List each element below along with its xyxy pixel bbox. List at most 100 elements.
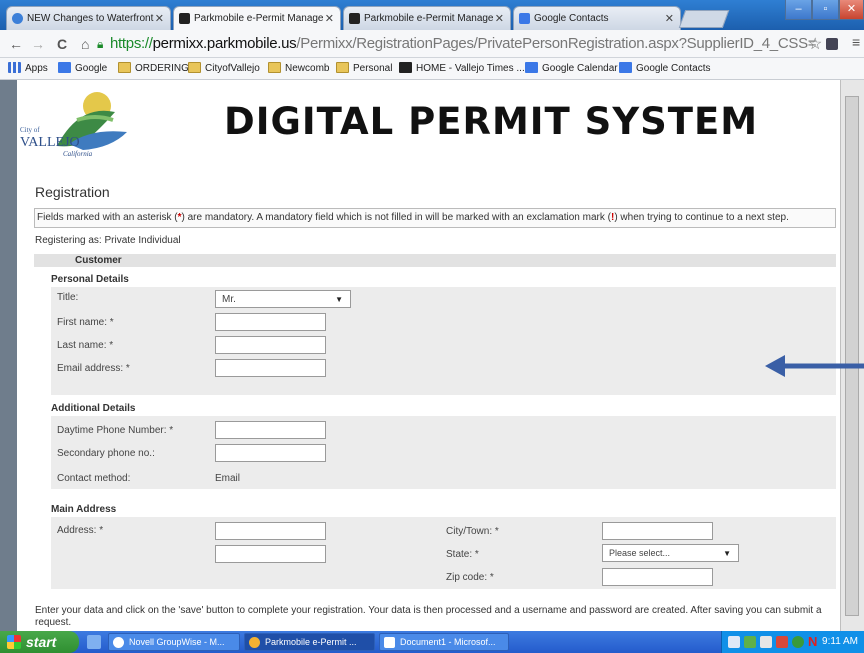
close-icon[interactable]: ✕	[325, 12, 334, 25]
daytime-phone-input[interactable]	[215, 421, 326, 439]
task-label: Parkmobile e-Permit ...	[265, 637, 357, 647]
new-tab-button[interactable]	[678, 10, 730, 28]
web-icon	[12, 13, 23, 24]
logo-name: VALLEJO	[20, 135, 80, 150]
chrome-icon	[249, 637, 260, 648]
personal-details-block	[51, 287, 836, 395]
title-select[interactable]: Mr. ▼	[215, 290, 351, 308]
zip-input[interactable]	[602, 568, 713, 586]
mandatory-info-box: Fields marked with an asterisk (*) are m…	[34, 208, 836, 228]
address-line2-input[interactable]	[215, 545, 326, 563]
start-label: start	[26, 634, 57, 650]
bookmark-label: CityofVallejo	[205, 63, 260, 74]
clock: 9:11 AM	[822, 636, 858, 647]
folder-icon	[118, 62, 131, 73]
bookmark-label: ORDERING	[135, 63, 189, 74]
contact-method-value: Email	[215, 473, 241, 484]
bookmark-google-calendar[interactable]: Google Calendar	[525, 62, 618, 74]
address-label: Address: *	[57, 525, 104, 536]
bookmark-label: Apps	[25, 63, 48, 74]
system-tray: N 9:11 AM	[721, 631, 864, 653]
tab-title: Parkmobile e-Permit Manage	[364, 13, 494, 24]
tab-waterfront[interactable]: NEW Changes to Waterfront ✕	[6, 6, 171, 30]
browser-window: NEW Changes to Waterfront ✕ Parkmobile e…	[0, 0, 864, 653]
star-icon[interactable]: ☆	[808, 34, 822, 54]
daytime-phone-label: Daytime Phone Number: *	[57, 425, 174, 436]
url-host: permixx.parkmobile.us	[152, 35, 297, 52]
parkmobile-icon	[179, 13, 190, 24]
title-label: Title:	[57, 292, 79, 303]
task-groupwise[interactable]: Novell GroupWise - M...	[108, 633, 240, 651]
logo-city-of: City of	[20, 126, 40, 134]
address-bar[interactable]: https://permixx.parkmobile.us/Permixx/Re…	[110, 33, 836, 55]
bookmark-apps[interactable]: Apps	[8, 62, 48, 74]
google-contacts-icon	[519, 13, 530, 24]
email-input[interactable]	[215, 359, 326, 377]
start-button[interactable]: start	[0, 631, 79, 653]
maximize-button[interactable]: ▫	[812, 0, 839, 20]
bookmark-ordering[interactable]: ORDERING	[118, 62, 189, 74]
task-parkmobile[interactable]: Parkmobile e-Permit ...	[244, 633, 375, 651]
security-icon[interactable]	[744, 636, 756, 648]
state-select[interactable]: Please select... ▼	[602, 544, 739, 562]
url-scheme: https://	[110, 35, 153, 52]
tray-app-icon[interactable]	[776, 636, 788, 648]
info-text: Fields marked with an asterisk (	[37, 212, 178, 223]
first-name-input[interactable]	[215, 313, 326, 331]
bookmark-vallejo-times[interactable]: HOME - Vallejo Times ...	[399, 62, 525, 74]
bookmark-google-contacts[interactable]: Google Contacts	[619, 62, 711, 74]
tab-parkmobile[interactable]: Parkmobile e-Permit Manage ✕	[343, 6, 511, 30]
menu-icon[interactable]: ≡	[852, 34, 860, 50]
vallejo-logo: City of VALLEJO California	[17, 84, 137, 162]
secondary-phone-label: Secondary phone no.:	[57, 448, 155, 459]
folder-icon	[336, 62, 349, 73]
bookmark-personal[interactable]: Personal	[336, 62, 392, 74]
additional-details-heading: Additional Details	[51, 403, 136, 414]
minimize-button[interactable]: –	[785, 0, 812, 20]
title-select-value: Mr.	[222, 294, 236, 305]
state-label: State: *	[446, 549, 479, 560]
home-icon[interactable]: ⌂	[81, 36, 89, 52]
parkmobile-icon	[349, 13, 360, 24]
left-edge	[0, 80, 17, 631]
tray-app-icon[interactable]	[760, 636, 772, 648]
close-icon[interactable]: ✕	[495, 12, 504, 25]
info-text: ) are mandatory. A mandatory field which…	[181, 212, 611, 223]
bookmark-google[interactable]: Google	[58, 62, 107, 74]
tab-google-contacts[interactable]: Google Contacts ✕	[513, 6, 681, 30]
zip-label: Zip code: *	[446, 572, 494, 583]
bookmark-label: Google	[75, 63, 108, 74]
last-name-input[interactable]	[215, 336, 326, 354]
lock-icon: 🔒︎	[97, 37, 104, 51]
quick-launch-icon[interactable]	[87, 635, 101, 649]
toolbar: ← → C ⌂ 🔒︎ https://permixx.parkmobile.us…	[0, 30, 864, 58]
city-input[interactable]	[602, 522, 713, 540]
close-window-button[interactable]: ✕	[839, 0, 864, 20]
close-icon[interactable]: ✕	[155, 12, 164, 25]
network-icon[interactable]	[728, 636, 740, 648]
tray-app-icon[interactable]	[792, 636, 804, 648]
main-address-heading: Main Address	[51, 504, 117, 515]
reload-icon[interactable]: C	[57, 36, 67, 52]
logo-state: California	[63, 150, 93, 158]
tab-parkmobile-active[interactable]: Parkmobile e-Permit Manage ✕	[173, 6, 341, 30]
contact-method-label: Contact method:	[57, 473, 131, 484]
task-label: Novell GroupWise - M...	[129, 637, 225, 647]
bookmark-label: Newcomb	[285, 63, 330, 74]
bookmark-label: HOME - Vallejo Times ...	[416, 63, 525, 74]
extension-icon[interactable]	[826, 38, 838, 50]
forward-icon[interactable]: →	[31, 36, 45, 52]
bookmark-newcomb[interactable]: Newcomb	[268, 62, 329, 74]
times-herald-icon	[399, 62, 412, 73]
address-line1-input[interactable]	[215, 522, 326, 540]
first-name-label: First name: *	[57, 317, 114, 328]
novell-icon[interactable]: N	[808, 634, 817, 649]
back-icon[interactable]: ←	[9, 36, 23, 52]
task-word[interactable]: Document1 - Microsof...	[379, 633, 509, 651]
bookmark-cityofvallejo[interactable]: CityofVallejo	[188, 62, 260, 74]
close-icon[interactable]: ✕	[665, 12, 674, 25]
tab-title: Parkmobile e-Permit Manage	[194, 13, 324, 24]
google-calendar-icon	[525, 62, 538, 73]
registering-as: Registering as: Private Individual	[35, 235, 181, 246]
secondary-phone-input[interactable]	[215, 444, 326, 462]
